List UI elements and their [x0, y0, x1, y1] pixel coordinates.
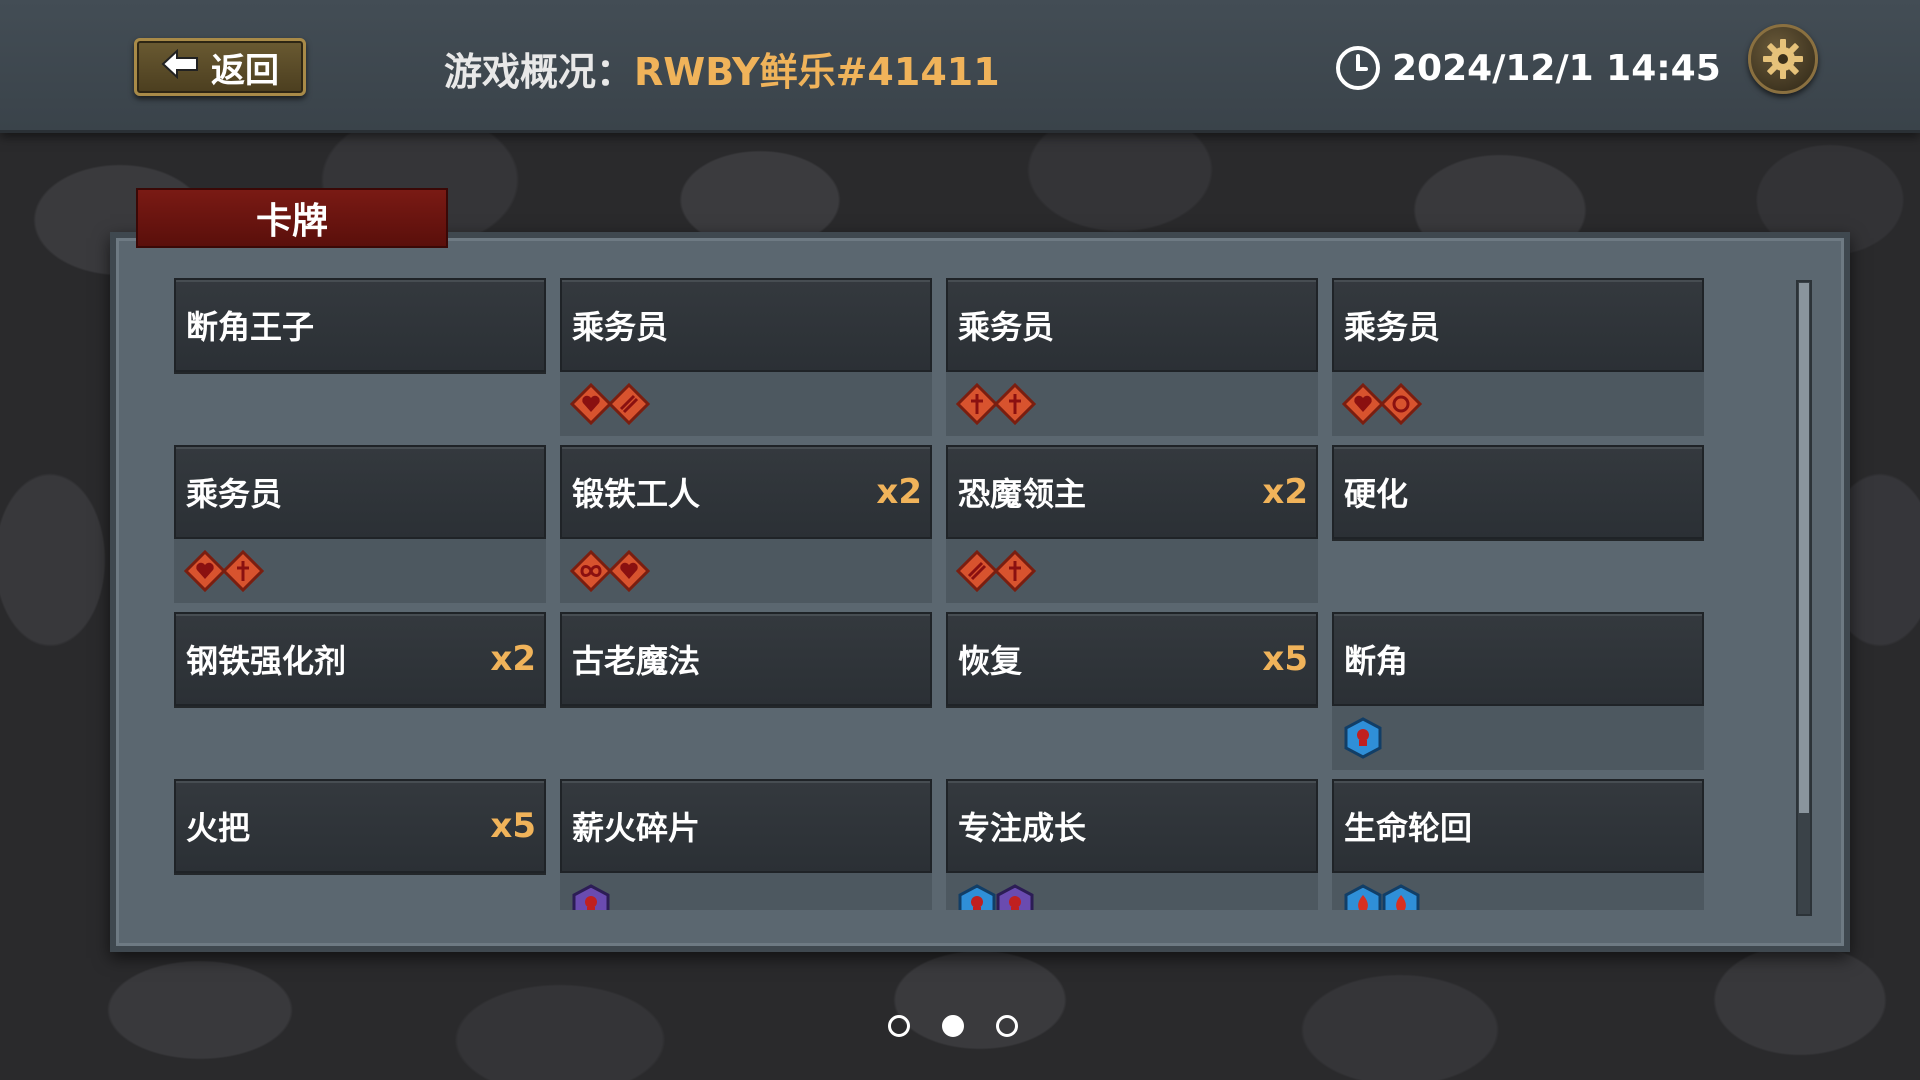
card-item[interactable]: 钢铁强化剂 x2: [174, 612, 546, 706]
page-dot-1[interactable]: [888, 1015, 910, 1037]
card-count: x2: [1262, 472, 1308, 512]
card-name: 乘务员: [572, 308, 669, 346]
card-item[interactable]: 乘务员: [174, 445, 546, 539]
red-heart-gem-icon: [607, 549, 651, 593]
card-name: 钢铁强化剂: [186, 642, 347, 680]
card-name: 断角王子: [186, 308, 315, 346]
blue-fire-gem-icon: [1380, 884, 1422, 910]
card-item[interactable]: 恢复 x5: [946, 612, 1318, 706]
card-gem-strip: [946, 372, 1318, 436]
card-name: 火把: [186, 809, 251, 847]
datetime-text: 2024/12/1 14:45: [1392, 47, 1721, 89]
card-count: x5: [1262, 639, 1308, 679]
blue-fire-gem-icon: [1342, 884, 1384, 910]
card-gem-strip: [1332, 873, 1704, 910]
card-gem-strip: [946, 539, 1318, 603]
title-label: 游戏概况：: [444, 49, 635, 94]
red-sword-gem-icon: [993, 382, 1037, 426]
scrollbar[interactable]: [1796, 280, 1812, 916]
card-item[interactable]: 古老魔法: [560, 612, 932, 706]
purple-skull-gem-icon: [994, 884, 1036, 910]
card-name: 专注成长: [958, 809, 1087, 847]
settings-button[interactable]: [1748, 24, 1818, 94]
page-title: 游戏概况： RWBY鲜乐#41411: [444, 40, 1000, 96]
pagination: [888, 1012, 1018, 1040]
section-tab-cards[interactable]: 卡牌: [136, 188, 448, 248]
page-dot-2[interactable]: [942, 1015, 964, 1037]
red-heart-gem-icon: [569, 382, 613, 426]
purple-skull-gem-icon: [570, 884, 612, 910]
card-item[interactable]: 乘务员: [560, 278, 932, 372]
arrow-left-icon: [161, 48, 199, 85]
card-gem-strip: [174, 539, 546, 603]
card-name: 古老魔法: [572, 642, 701, 680]
blue-skull-gem-icon: [956, 884, 998, 910]
card-count: x5: [490, 806, 536, 846]
card-name: 硬化: [1344, 475, 1409, 513]
red-sword-gem-icon: [993, 549, 1037, 593]
card-item[interactable]: 生命轮回: [1332, 779, 1704, 873]
card-name: 恐魔领主: [958, 475, 1087, 513]
card-gem-strip: [1332, 706, 1704, 770]
card-gem-strip: [560, 873, 932, 910]
datetime-display: 2024/12/1 14:45: [1334, 40, 1721, 96]
card-gem-strip: [560, 372, 932, 436]
card-item[interactable]: 硬化: [1332, 445, 1704, 539]
blue-skull-gem-icon: [1342, 717, 1384, 759]
card-panel: 断角王子 乘务员 乘务员 乘务员 乘务员 锻铁工人 x2 恐魔领主 x2 硬化 钢铁强化剂 x2 古老魔…: [110, 232, 1850, 952]
red-stripes-gem-icon: [607, 382, 651, 426]
page-dot-3[interactable]: [996, 1015, 1018, 1037]
card-name: 薪火碎片: [572, 809, 701, 847]
card-gem-strip: [560, 539, 932, 603]
card-name: 乘务员: [186, 475, 283, 513]
card-item[interactable]: 恐魔领主 x2: [946, 445, 1318, 539]
section-tab-label: 卡牌: [255, 201, 328, 242]
red-sword-gem-icon: [221, 549, 265, 593]
card-name: 恢复: [958, 642, 1023, 680]
card-name: 断角: [1344, 642, 1409, 680]
card-item[interactable]: 火把 x5: [174, 779, 546, 873]
red-sword-gem-icon: [955, 382, 999, 426]
card-gem-strip: [1332, 372, 1704, 436]
red-heart-gem-icon: [1341, 382, 1385, 426]
red-infinity-gem-icon: [569, 549, 613, 593]
clock-icon: [1336, 46, 1380, 90]
gear-icon: [1763, 39, 1803, 79]
card-name: 乘务员: [1344, 308, 1441, 346]
game-name: RWBY鲜乐#41411: [634, 49, 1000, 94]
back-button[interactable]: 返回: [134, 38, 306, 96]
card-item[interactable]: 断角王子: [174, 278, 546, 372]
card-item[interactable]: 乘务员: [946, 278, 1318, 372]
card-name: 锻铁工人: [572, 475, 701, 513]
card-item[interactable]: 断角: [1332, 612, 1704, 706]
card-count: x2: [490, 639, 536, 679]
card-gem-strip: [946, 873, 1318, 910]
back-label: 返回: [211, 50, 279, 91]
top-bar: 返回 游戏概况： RWBY鲜乐#41411 2024/12/1 14:45: [0, 0, 1920, 133]
card-name: 生命轮回: [1344, 809, 1473, 847]
red-stripes-gem-icon: [955, 549, 999, 593]
red-swirl-gem-icon: [1379, 382, 1423, 426]
card-item[interactable]: 专注成长: [946, 779, 1318, 873]
card-count: x2: [876, 472, 922, 512]
card-item[interactable]: 锻铁工人 x2: [560, 445, 932, 539]
red-heart-gem-icon: [183, 549, 227, 593]
card-grid: 断角王子 乘务员 乘务员 乘务员 乘务员 锻铁工人 x2 恐魔领主 x2 硬化 钢铁强化剂 x2 古老魔…: [174, 278, 1708, 910]
scrollbar-thumb[interactable]: [1799, 283, 1809, 813]
card-item[interactable]: 薪火碎片: [560, 779, 932, 873]
card-item[interactable]: 乘务员: [1332, 278, 1704, 372]
card-name: 乘务员: [958, 308, 1055, 346]
